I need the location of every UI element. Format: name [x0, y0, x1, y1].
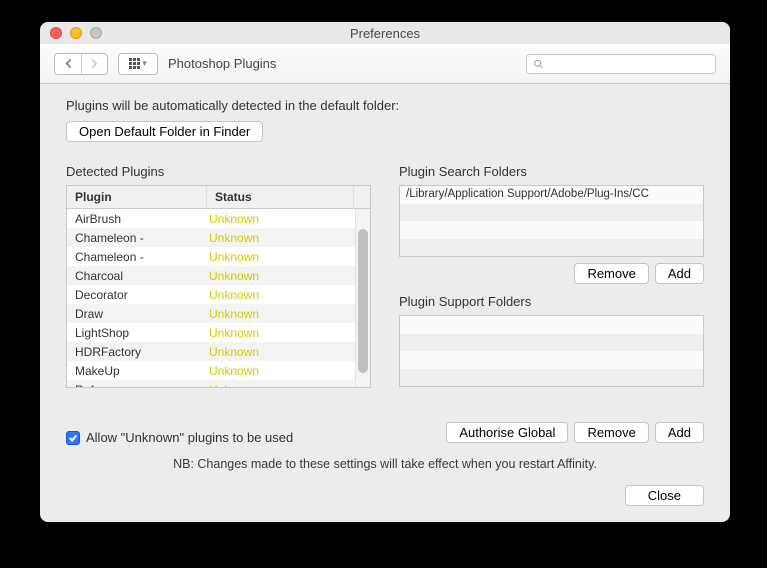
plugin-name: HDRFactory: [67, 345, 207, 359]
list-item[interactable]: /Library/Application Support/Adobe/Plug-…: [400, 186, 703, 204]
grid-icon: [129, 58, 140, 69]
chevron-down-icon: ▾: [140, 58, 147, 69]
table-row[interactable]: HDRFactoryUnknown: [67, 342, 370, 361]
nav-back-forward: [54, 53, 108, 75]
minimize-window-icon[interactable]: [70, 27, 82, 39]
list-item[interactable]: [400, 221, 703, 239]
scrollbar-thumb[interactable]: [358, 229, 368, 373]
plugin-name: Charcoal: [67, 269, 207, 283]
search-folders-list[interactable]: /Library/Application Support/Adobe/Plug-…: [399, 185, 704, 257]
plugin-name: Chameleon -: [67, 250, 207, 264]
plugin-name: AirBrush: [67, 212, 207, 226]
allow-unknown-checkbox[interactable]: [66, 431, 80, 445]
table-row[interactable]: CharcoalUnknown: [67, 266, 370, 285]
search-field[interactable]: [526, 54, 716, 74]
table-row[interactable]: LightShopUnknown: [67, 323, 370, 342]
table-row[interactable]: AirBrushUnknown: [67, 209, 370, 228]
close-window-icon[interactable]: [50, 27, 62, 39]
plugin-name: MakeUp: [67, 364, 207, 378]
table-row[interactable]: MakeUpUnknown: [67, 361, 370, 380]
list-item[interactable]: [400, 239, 703, 257]
search-folders-add-button[interactable]: Add: [655, 263, 704, 284]
scrollbar[interactable]: [355, 209, 370, 387]
detected-plugins-table[interactable]: Plugin Status AirBrushUnknownChameleon -…: [66, 185, 371, 388]
list-item[interactable]: [400, 369, 703, 387]
panel-body: Plugins will be automatically detected i…: [40, 84, 730, 522]
nav-forward-button[interactable]: [81, 54, 107, 74]
nav-back-button[interactable]: [55, 54, 81, 74]
support-folders-title: Plugin Support Folders: [399, 294, 704, 309]
panel-name: Photoshop Plugins: [168, 56, 276, 71]
support-folders-add-button[interactable]: Add: [655, 422, 704, 443]
toolbar: ▾ Photoshop Plugins: [40, 44, 730, 84]
list-item[interactable]: [400, 334, 703, 352]
list-item[interactable]: [400, 351, 703, 369]
list-item[interactable]: [400, 316, 703, 334]
plugin-status: Unknown: [207, 307, 370, 321]
open-default-folder-button[interactable]: Open Default Folder in Finder: [66, 121, 263, 142]
support-folders-remove-button[interactable]: Remove: [574, 422, 648, 443]
table-row[interactable]: DrawUnknown: [67, 304, 370, 323]
authorise-global-button[interactable]: Authorise Global: [446, 422, 568, 443]
titlebar: Preferences: [40, 22, 730, 44]
support-folders-list[interactable]: [399, 315, 704, 387]
search-input[interactable]: [548, 57, 715, 71]
table-row[interactable]: DecoratorUnknown: [67, 285, 370, 304]
restart-note: NB: Changes made to these settings will …: [66, 457, 704, 471]
check-icon: [68, 433, 78, 443]
close-button[interactable]: Close: [625, 485, 704, 506]
plugin-status: Unknown: [207, 364, 370, 378]
plugin-status: Unknown: [207, 269, 370, 283]
col-status-header[interactable]: Status: [207, 186, 354, 208]
search-folders-remove-button[interactable]: Remove: [574, 263, 648, 284]
table-row[interactable]: RefocusUnknown: [67, 380, 370, 387]
plugin-status: Unknown: [207, 288, 370, 302]
plugin-name: Draw: [67, 307, 207, 321]
search-icon: [533, 58, 544, 70]
plugin-status: Unknown: [207, 231, 370, 245]
intro-text: Plugins will be automatically detected i…: [66, 98, 704, 113]
plugin-status: Unknown: [207, 250, 370, 264]
plugin-name: Refocus: [67, 383, 207, 388]
plugin-status: Unknown: [207, 212, 370, 226]
detected-plugins-title: Detected Plugins: [66, 164, 371, 179]
search-folders-title: Plugin Search Folders: [399, 164, 704, 179]
view-mode-picker[interactable]: ▾: [118, 53, 158, 75]
window-title: Preferences: [40, 26, 730, 41]
window-controls: [40, 27, 102, 39]
table-body: AirBrushUnknownChameleon -UnknownChamele…: [67, 209, 370, 387]
list-item[interactable]: [400, 204, 703, 222]
table-header: Plugin Status: [67, 186, 370, 209]
plugin-name: Chameleon -: [67, 231, 207, 245]
plugin-name: LightShop: [67, 326, 207, 340]
plugin-status: Unknown: [207, 326, 370, 340]
table-row[interactable]: Chameleon -Unknown: [67, 228, 370, 247]
plugin-status: Unknown: [207, 383, 370, 388]
col-plugin-header[interactable]: Plugin: [67, 186, 207, 208]
table-row[interactable]: Chameleon -Unknown: [67, 247, 370, 266]
plugin-name: Decorator: [67, 288, 207, 302]
allow-unknown-label: Allow "Unknown" plugins to be used: [86, 430, 293, 445]
plugin-status: Unknown: [207, 345, 370, 359]
zoom-window-icon[interactable]: [90, 27, 102, 39]
preferences-window: Preferences ▾ Photoshop Plugins: [40, 22, 730, 522]
